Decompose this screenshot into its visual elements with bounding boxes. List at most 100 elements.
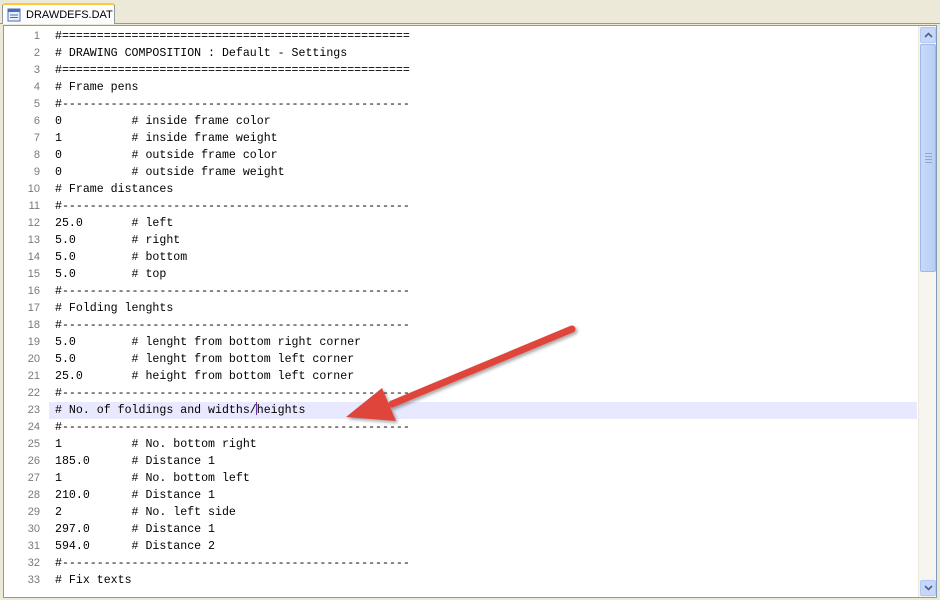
- code-text: 5.0 # lenght from bottom right corner: [55, 336, 362, 349]
- code-line[interactable]: 5.0 # top: [49, 266, 917, 283]
- code-text: 2 # No. left side: [55, 506, 236, 519]
- code-text: 5.0 # right: [55, 234, 181, 247]
- code-line[interactable]: #---------------------------------------…: [49, 317, 917, 334]
- line-number: 15: [27, 268, 40, 280]
- tab-bar: DRAWDEFS.DAT: [0, 0, 940, 24]
- line-number: 4: [33, 81, 40, 93]
- chevron-down-icon: [923, 585, 933, 591]
- code-text: # DRAWING COMPOSITION : Default - Settin…: [55, 47, 348, 60]
- text-editor[interactable]: 1 2 3 4 5 6 7 8 9 10 11 12 13 14 15 16 17 18 19 20 21 22 23 24 2…: [3, 25, 937, 598]
- code-line[interactable]: #---------------------------------------…: [49, 198, 917, 215]
- document-icon: [7, 8, 21, 21]
- code-line[interactable]: 0 # outside frame color: [49, 147, 917, 164]
- scrollbar-thumb[interactable]: [920, 44, 936, 272]
- code-text: 1 # No. bottom left: [55, 472, 250, 485]
- line-number: 23: [27, 404, 40, 416]
- code-text: 0 # inside frame color: [55, 115, 271, 128]
- code-line[interactable]: 210.0 # Distance 1: [49, 487, 917, 504]
- code-line[interactable]: 5.0 # bottom: [49, 249, 917, 266]
- code-text: 594.0 # Distance 2: [55, 540, 216, 553]
- line-number-gutter: 1 2 3 4 5 6 7 8 9 10 11 12 13 14 15 16 17 18 19 20 21 22 23 24 2…: [4, 26, 49, 597]
- code-line[interactable]: # Frame pens: [49, 79, 917, 96]
- line-number: 8: [33, 149, 40, 161]
- code-line[interactable]: 0 # outside frame weight: [49, 164, 917, 181]
- code-text: #=======================================…: [55, 64, 410, 77]
- thumb-grip: [925, 162, 932, 163]
- vertical-scrollbar[interactable]: [918, 26, 936, 597]
- code-line[interactable]: 2 # No. left side: [49, 504, 917, 521]
- line-number: 16: [27, 285, 40, 297]
- line-number: 22: [27, 387, 40, 399]
- code-line[interactable]: 297.0 # Distance 1: [49, 521, 917, 538]
- line-number: 13: [27, 234, 40, 246]
- code-line[interactable]: #---------------------------------------…: [49, 96, 917, 113]
- line-number: 5: [33, 98, 40, 110]
- thumb-grip: [925, 153, 932, 154]
- code-text: #=======================================…: [55, 30, 410, 43]
- line-number: 20: [27, 353, 40, 365]
- code-text: # Folding lenghts: [55, 302, 174, 315]
- code-text: 297.0 # Distance 1: [55, 523, 216, 536]
- code-line[interactable]: #---------------------------------------…: [49, 283, 917, 300]
- line-number: 7: [33, 132, 40, 144]
- code-line[interactable]: #---------------------------------------…: [49, 419, 917, 436]
- thumb-grip: [925, 159, 932, 160]
- code-text: #---------------------------------------…: [55, 421, 410, 434]
- code-line[interactable]: 25.0 # height from bottom left corner: [49, 368, 917, 385]
- code-text: #---------------------------------------…: [55, 200, 410, 213]
- code-line[interactable]: 1 # No. bottom left: [49, 470, 917, 487]
- line-number: 31: [27, 540, 40, 552]
- code-text: 0 # outside frame weight: [55, 166, 285, 179]
- line-number: 21: [27, 370, 40, 382]
- code-line[interactable]: # DRAWING COMPOSITION : Default - Settin…: [49, 45, 917, 62]
- code-line[interactable]: 5.0 # lenght from bottom right corner: [49, 334, 917, 351]
- line-number: 30: [27, 523, 40, 535]
- code-line[interactable]: 1 # inside frame weight: [49, 130, 917, 147]
- code-text: #---------------------------------------…: [55, 285, 410, 298]
- code-text: #---------------------------------------…: [55, 557, 410, 570]
- line-number: 1: [33, 30, 40, 42]
- code-text: # Frame pens: [55, 81, 139, 94]
- code-line[interactable]: #---------------------------------------…: [49, 385, 917, 402]
- scroll-down-button[interactable]: [920, 580, 936, 596]
- code-text: # Fix texts: [55, 574, 132, 587]
- line-number: 25: [27, 438, 40, 450]
- code-area[interactable]: #=======================================…: [49, 26, 917, 597]
- code-text: #---------------------------------------…: [55, 387, 410, 400]
- code-text-before-caret: # No. of foldings and widths/: [55, 404, 257, 417]
- line-number: 3: [33, 64, 40, 76]
- code-text: #---------------------------------------…: [55, 319, 410, 332]
- code-line[interactable]: #=======================================…: [49, 62, 917, 79]
- code-line[interactable]: # Frame distances: [49, 181, 917, 198]
- line-number: 11: [28, 200, 40, 212]
- tab-drawdefs[interactable]: DRAWDEFS.DAT: [2, 3, 115, 24]
- code-text: 185.0 # Distance 1: [55, 455, 216, 468]
- line-number: 6: [33, 115, 40, 127]
- code-line[interactable]: #---------------------------------------…: [49, 555, 917, 572]
- code-line[interactable]: #=======================================…: [49, 28, 917, 45]
- code-line[interactable]: 25.0 # left: [49, 215, 917, 232]
- line-number: 32: [27, 557, 40, 569]
- code-line[interactable]: 5.0 # lenght from bottom left corner: [49, 351, 917, 368]
- line-number: 18: [27, 319, 40, 331]
- line-number: 19: [27, 336, 40, 348]
- line-number: 2: [33, 47, 40, 59]
- code-line[interactable]: 0 # inside frame color: [49, 113, 917, 130]
- code-text: # Frame distances: [55, 183, 174, 196]
- code-line[interactable]: 594.0 # Distance 2: [49, 538, 917, 555]
- thumb-grip: [925, 156, 932, 157]
- code-line[interactable]: # Folding lenghts: [49, 300, 917, 317]
- code-line[interactable]: 185.0 # Distance 1: [49, 453, 917, 470]
- scroll-up-button[interactable]: [920, 27, 936, 43]
- line-number: 17: [27, 302, 40, 314]
- code-text: 25.0 # left: [55, 217, 174, 230]
- code-text: 5.0 # bottom: [55, 251, 188, 264]
- line-number: 28: [27, 489, 40, 501]
- code-text: 25.0 # height from bottom left corner: [55, 370, 355, 383]
- code-line-current[interactable]: # No. of foldings and widths/heights: [49, 402, 917, 419]
- code-line[interactable]: 1 # No. bottom right: [49, 436, 917, 453]
- code-line[interactable]: # Fix texts: [49, 572, 917, 589]
- editor-window: DRAWDEFS.DAT 1 2 3 4 5 6 7 8 9 10 11 12 13 14 15 16 17 18…: [0, 0, 940, 600]
- line-number: 14: [27, 251, 40, 263]
- code-line[interactable]: 5.0 # right: [49, 232, 917, 249]
